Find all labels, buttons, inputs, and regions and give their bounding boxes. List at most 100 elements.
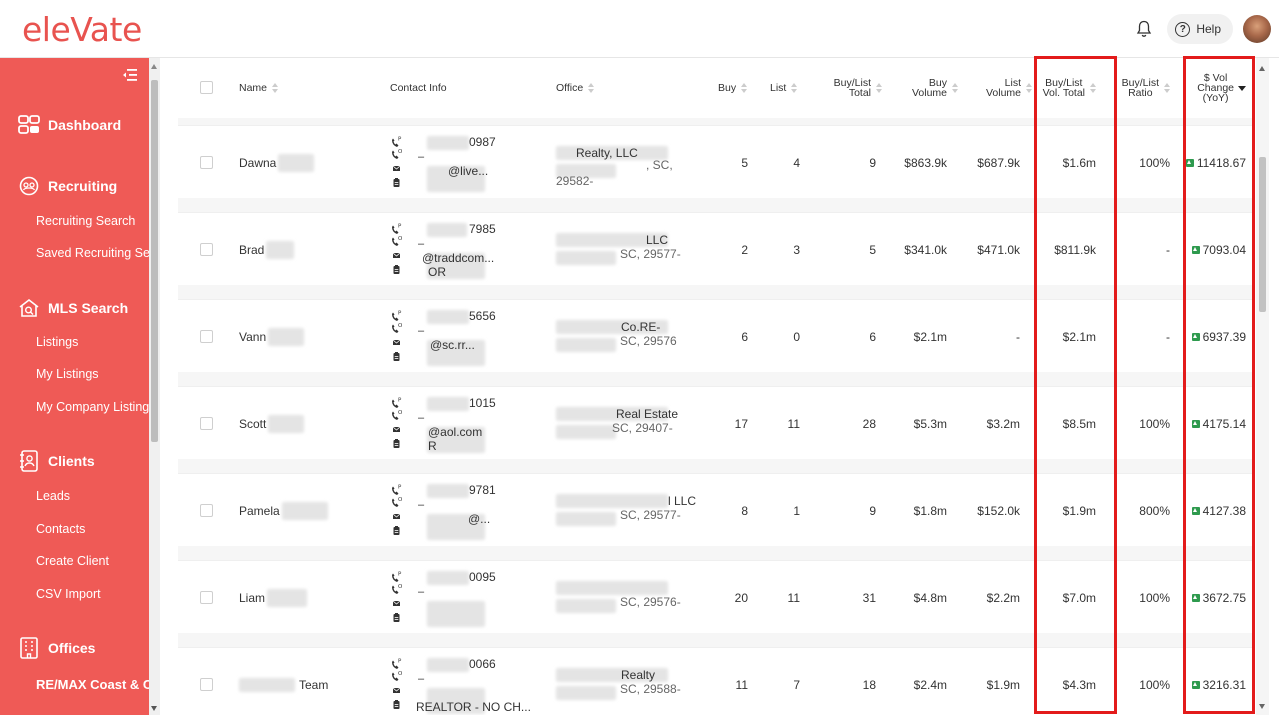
logo-text: eleVate xyxy=(22,10,142,49)
select-all-checkbox[interactable] xyxy=(200,81,213,94)
logo[interactable]: eleVate xyxy=(0,0,150,58)
col-buy[interactable]: Buy xyxy=(718,58,748,118)
sidebar-scroll-thumb[interactable] xyxy=(151,80,158,442)
table-row[interactable]: Scott P O 1015 – @aol.com R Real Estate … xyxy=(178,386,1254,459)
sidebar-item-contacts[interactable]: Contacts xyxy=(36,522,85,536)
buy-count: 8 xyxy=(741,503,748,518)
row-checkbox[interactable] xyxy=(200,678,213,691)
list-count: 3 xyxy=(793,242,800,257)
agent-name-cell[interactable]: Brad xyxy=(239,213,295,286)
agent-name-cell[interactable]: Pamela xyxy=(239,474,328,547)
help-icon: ? xyxy=(1175,21,1191,37)
sidebar-item-recruiting[interactable]: Recruiting xyxy=(18,175,117,197)
office-name: Co.RE- xyxy=(621,320,661,334)
col-buy-list-total[interactable]: Buy/List Total xyxy=(818,58,882,118)
col-buy-volume[interactable]: Buy Volume xyxy=(890,58,958,118)
redacted-office xyxy=(556,338,616,352)
contact-info-cell: P O 0066 – REALTOR - NO CH... xyxy=(390,656,550,715)
row-checkbox[interactable] xyxy=(200,156,213,169)
table-row[interactable]: Team P O 0066 – REALTOR - NO CH... Realt… xyxy=(178,647,1254,715)
user-avatar[interactable] xyxy=(1243,15,1271,43)
agent-name-cell[interactable]: Liam xyxy=(239,561,308,634)
email[interactable]: @live... xyxy=(448,164,488,178)
phone-number: 1015 xyxy=(469,396,496,410)
contact-icons: P O xyxy=(392,398,403,448)
svg-text:P: P xyxy=(398,224,402,230)
sort-icon xyxy=(791,83,798,93)
scroll-up-arrow-icon[interactable] xyxy=(151,64,157,69)
table-row[interactable]: Liam P O 0095 – SC, 29576- 20 11 31 $4.8… xyxy=(178,560,1254,633)
sidebar-item-office-remax[interactable]: RE/MAX Coast & Cou xyxy=(36,677,160,692)
sidebar-item-leads[interactable]: Leads xyxy=(36,489,70,503)
email[interactable]: @sc.rr... xyxy=(430,338,475,352)
row-checkbox[interactable] xyxy=(200,243,213,256)
col-list-label: List xyxy=(770,82,787,94)
table-scrollbar[interactable] xyxy=(1256,58,1269,715)
col-ratio-label-2: Ratio xyxy=(1128,87,1153,99)
scroll-down-arrow-icon[interactable] xyxy=(1259,704,1265,709)
buy-volume: $1.8m xyxy=(913,503,947,518)
agent-name: Team xyxy=(299,677,329,692)
email[interactable]: @traddcom... xyxy=(422,251,494,265)
table-row[interactable]: Vann P O 5656 – @sc.rr... Co.RE- SC, 295… xyxy=(178,299,1254,372)
row-checkbox[interactable] xyxy=(200,417,213,430)
scroll-down-arrow-icon[interactable] xyxy=(151,706,157,711)
col-office[interactable]: Office xyxy=(556,58,595,118)
sidebar-item-recruiting-search[interactable]: Recruiting Search xyxy=(36,214,135,228)
table-scroll-thumb[interactable] xyxy=(1259,157,1266,312)
col-contact-label: Contact Info xyxy=(390,82,447,94)
email[interactable]: @aol.com xyxy=(428,425,482,439)
email[interactable]: @... xyxy=(468,512,490,526)
sidebar-item-dashboard[interactable]: Dashboard xyxy=(18,114,121,136)
sidebar-item-create-client[interactable]: Create Client xyxy=(36,554,109,568)
row-checkbox[interactable] xyxy=(200,591,213,604)
agent-name-cell[interactable]: Vann xyxy=(239,300,305,373)
col-name[interactable]: Name xyxy=(239,58,279,118)
buy-list-vol-total: $8.5m xyxy=(1062,416,1096,431)
clients-icon xyxy=(18,450,40,472)
sidebar-item-my-company-listings[interactable]: My Company Listings xyxy=(36,400,156,414)
buy-volume: $5.3m xyxy=(913,416,947,431)
increase-icon xyxy=(1191,506,1200,515)
agent-name-cell[interactable]: Team xyxy=(239,648,328,715)
row-checkbox[interactable] xyxy=(200,330,213,343)
sidebar-item-my-listings[interactable]: My Listings xyxy=(36,367,99,381)
col-list-volume[interactable]: List Volume xyxy=(964,58,1032,118)
row-checkbox[interactable] xyxy=(200,504,213,517)
redacted-office xyxy=(556,512,616,526)
office-address: SC, 29588- xyxy=(620,682,681,696)
col-vol-change-yoy[interactable]: $ Vol Change (YoY) xyxy=(1188,58,1246,118)
top-right-actions: ? Help xyxy=(1131,12,1271,46)
sidebar-item-saved-recruiting-search[interactable]: Saved Recruiting Search xyxy=(36,246,160,260)
notification-bell-icon[interactable] xyxy=(1131,16,1157,42)
sidebar: Dashboard Recruiting Recruiting Search S… xyxy=(0,58,160,715)
sidebar-item-clients[interactable]: Clients xyxy=(18,450,95,472)
svg-text:O: O xyxy=(398,323,403,329)
office-phone: – xyxy=(418,151,425,163)
office-phone: – xyxy=(418,412,425,424)
svg-text:P: P xyxy=(398,311,402,317)
col-buy-list-vol-total[interactable]: Buy/List Vol. Total xyxy=(1036,58,1096,118)
sidebar-item-mls-search[interactable]: MLS Search xyxy=(18,297,128,319)
col-name-label: Name xyxy=(239,82,268,94)
dashboard-icon xyxy=(18,114,40,136)
table-row[interactable]: Brad P O 7985 – @traddcom... OR LLC SC, … xyxy=(178,212,1254,285)
col-list[interactable]: List xyxy=(770,58,798,118)
agent-name-cell[interactable]: Scott xyxy=(239,387,305,460)
agent-name: Scott xyxy=(239,416,267,431)
table-row[interactable]: Dawna P O 0987 – @live... Realty, LLC , … xyxy=(178,125,1254,198)
svg-text:O: O xyxy=(398,671,403,677)
table-row[interactable]: Pamela P O 9781 – @... l LLC SC, 29577- xyxy=(178,473,1254,546)
col-buy-list-ratio[interactable]: Buy/List Ratio xyxy=(1118,58,1170,118)
sidebar-item-csv-import[interactable]: CSV Import xyxy=(36,587,101,601)
top-bar: eleVate ? Help xyxy=(0,0,1279,58)
scroll-up-arrow-icon[interactable] xyxy=(1259,66,1265,71)
buy-count: 11 xyxy=(735,677,748,692)
sidebar-scrollbar[interactable] xyxy=(149,58,160,715)
sidebar-item-offices[interactable]: Offices xyxy=(18,637,95,659)
agent-name-cell[interactable]: Dawna xyxy=(239,126,315,199)
list-count: 11 xyxy=(787,590,800,605)
sidebar-item-listings[interactable]: Listings xyxy=(36,335,78,349)
help-button[interactable]: ? Help xyxy=(1167,14,1233,44)
collapse-menu-icon[interactable] xyxy=(123,69,137,81)
